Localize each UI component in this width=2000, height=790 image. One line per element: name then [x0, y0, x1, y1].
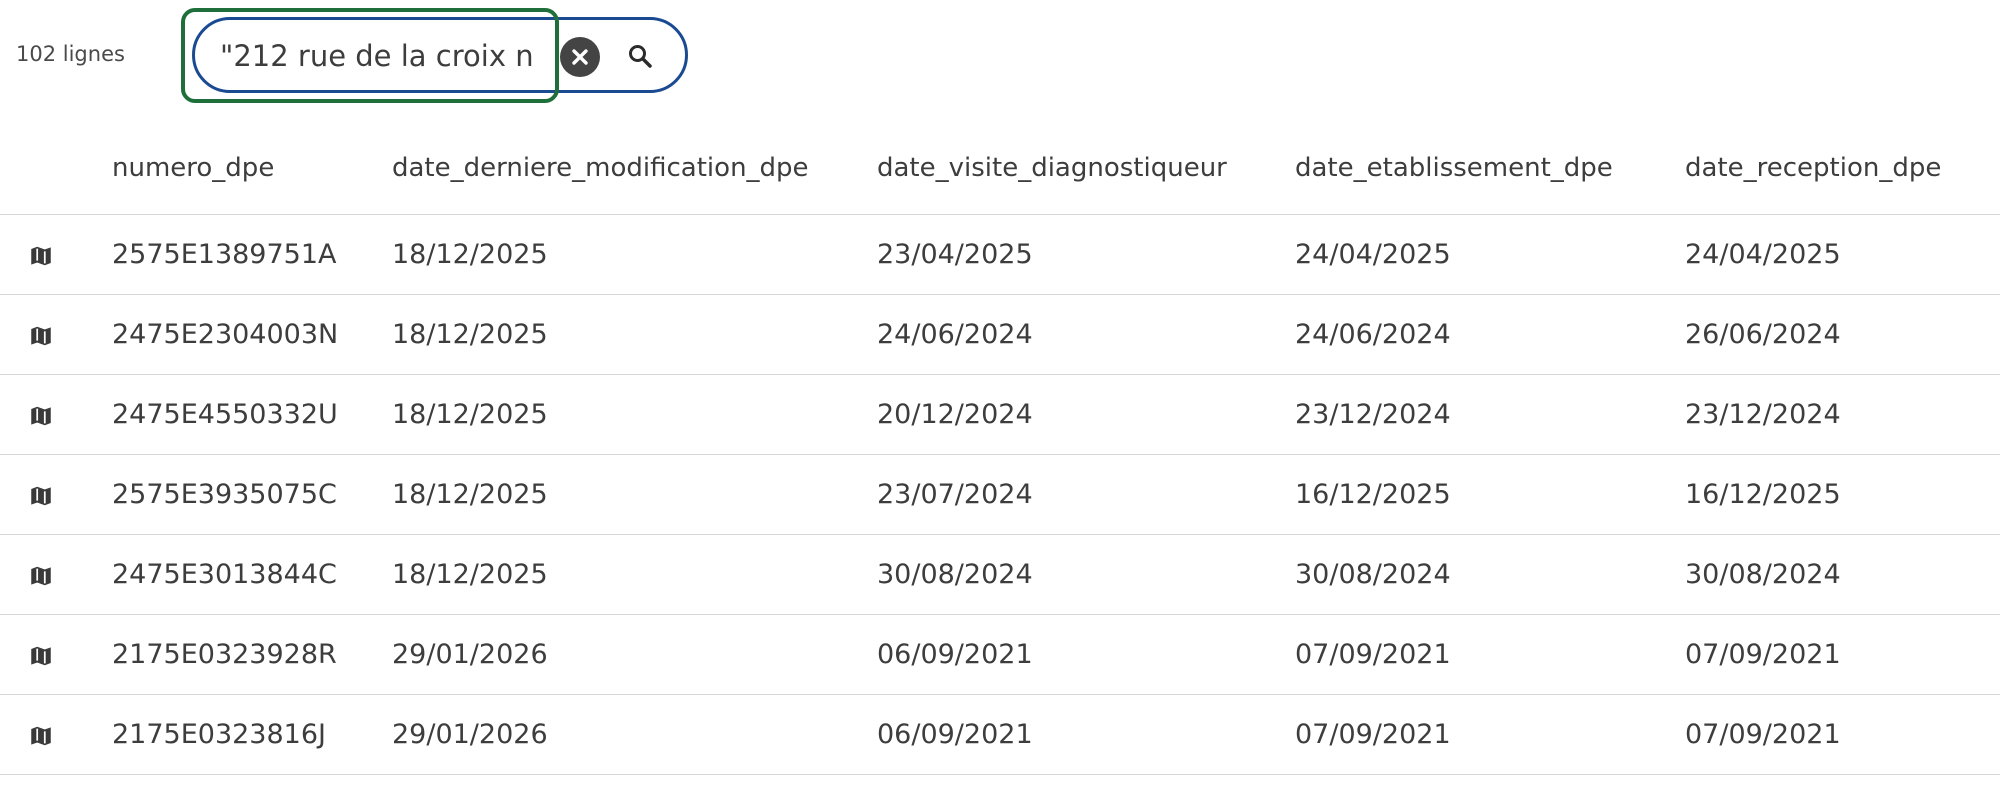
cell-date-visite-diagnostiqueur: 23/07/2024	[877, 454, 1295, 535]
map-icon[interactable]	[28, 403, 54, 429]
table-toolbar: 102 lignes	[0, 0, 2000, 112]
row-map-cell	[0, 614, 112, 695]
map-icon[interactable]	[28, 483, 54, 509]
table-row[interactable]: 2175E0323816J 29/01/2026 06/09/2021 07/09/2…	[0, 694, 2000, 775]
cell-date-reception-dpe: 24/04/2025	[1685, 214, 2000, 295]
cell-date-derniere-modification-dpe: 29/01/2026	[392, 694, 877, 775]
column-header-date-etablissement-dpe[interactable]: date_etablissement_dpe	[1295, 122, 1685, 215]
map-icon[interactable]	[28, 243, 54, 269]
row-map-cell	[0, 374, 112, 455]
cell-date-etablissement-dpe: 23/12/2024	[1295, 374, 1685, 455]
cell-date-visite-diagnostiqueur: 20/12/2024	[877, 374, 1295, 455]
cell-numero-dpe: 2175E0323928R	[112, 614, 392, 695]
cell-date-reception-dpe: 23/12/2024	[1685, 374, 2000, 455]
cell-date-etablissement-dpe: 16/12/2025	[1295, 454, 1685, 535]
column-header-date-visite-diagnostiqueur[interactable]: date_visite_diagnostiqueur	[877, 122, 1295, 215]
column-header-date-reception-dpe[interactable]: date_reception_dpe	[1685, 122, 2000, 215]
cell-date-reception-dpe: 07/09/2021	[1685, 614, 2000, 695]
cell-numero-dpe: 2575E3935075C	[112, 454, 392, 535]
cell-date-visite-diagnostiqueur: 06/09/2021	[877, 694, 1295, 775]
map-icon[interactable]	[28, 323, 54, 349]
close-icon	[572, 49, 588, 65]
table-row[interactable]: 2575E3935075C 18/12/2025 23/07/2024 16/12/2…	[0, 454, 2000, 535]
map-icon[interactable]	[28, 563, 54, 589]
cell-date-reception-dpe: 26/06/2024	[1685, 294, 2000, 375]
row-map-cell	[0, 534, 112, 615]
cell-date-reception-dpe: 30/08/2024	[1685, 534, 2000, 615]
row-map-cell	[0, 454, 112, 535]
row-map-cell	[0, 294, 112, 375]
search-button[interactable]	[622, 38, 658, 74]
cell-numero-dpe: 2175E0323816J	[112, 694, 392, 775]
search-input[interactable]	[220, 32, 542, 80]
cell-numero-dpe: 2575E1389751A	[112, 214, 392, 295]
cell-date-derniere-modification-dpe: 18/12/2025	[392, 454, 877, 535]
cell-date-etablissement-dpe: 07/09/2021	[1295, 614, 1685, 695]
cell-date-etablissement-dpe: 24/06/2024	[1295, 294, 1685, 375]
clear-search-button[interactable]	[560, 37, 600, 77]
cell-date-derniere-modification-dpe: 18/12/2025	[392, 534, 877, 615]
cell-date-reception-dpe: 16/12/2025	[1685, 454, 2000, 535]
table-row[interactable]: 2175E0323928R 29/01/2026 06/09/2021 07/09/2…	[0, 614, 2000, 695]
row-count: 102 lignes	[16, 42, 125, 66]
cell-date-visite-diagnostiqueur: 06/09/2021	[877, 614, 1295, 695]
column-header-numero-dpe[interactable]: numero_dpe	[112, 122, 392, 215]
cell-date-derniere-modification-dpe: 18/12/2025	[392, 214, 877, 295]
cell-date-visite-diagnostiqueur: 30/08/2024	[877, 534, 1295, 615]
cell-date-etablissement-dpe: 24/04/2025	[1295, 214, 1685, 295]
cell-date-derniere-modification-dpe: 29/01/2026	[392, 614, 877, 695]
table-row[interactable]: 2475E3013844C 18/12/2025 30/08/2024 30/08/2…	[0, 534, 2000, 615]
cell-date-visite-diagnostiqueur: 23/04/2025	[877, 214, 1295, 295]
table-row[interactable]: 2475E2304003N 18/12/2025 24/06/2024 24/06/2…	[0, 294, 2000, 375]
cell-date-etablissement-dpe: 30/08/2024	[1295, 534, 1685, 615]
cell-date-etablissement-dpe: 07/09/2021	[1295, 694, 1685, 775]
cell-date-derniere-modification-dpe: 18/12/2025	[392, 294, 877, 375]
cell-numero-dpe: 2475E4550332U	[112, 374, 392, 455]
dpe-table: numero_dpe date_derniere_modification_dp…	[0, 122, 2000, 775]
table-header-row: numero_dpe date_derniere_modification_dp…	[0, 122, 2000, 215]
cell-date-visite-diagnostiqueur: 24/06/2024	[877, 294, 1295, 375]
row-map-cell	[0, 214, 112, 295]
map-icon[interactable]	[28, 643, 54, 669]
cell-date-reception-dpe: 07/09/2021	[1685, 694, 2000, 775]
table-row[interactable]: 2475E4550332U 18/12/2025 20/12/2024 23/12/2…	[0, 374, 2000, 455]
header-icon-column	[0, 122, 112, 215]
cell-numero-dpe: 2475E3013844C	[112, 534, 392, 615]
row-map-cell	[0, 694, 112, 775]
table-row[interactable]: 2575E1389751A 18/12/2025 23/04/2025 24/04/2…	[0, 214, 2000, 295]
column-header-date-derniere-modification-dpe[interactable]: date_derniere_modification_dpe	[392, 122, 877, 215]
cell-numero-dpe: 2475E2304003N	[112, 294, 392, 375]
search-icon	[629, 45, 652, 68]
cell-date-derniere-modification-dpe: 18/12/2025	[392, 374, 877, 455]
map-icon[interactable]	[28, 723, 54, 749]
